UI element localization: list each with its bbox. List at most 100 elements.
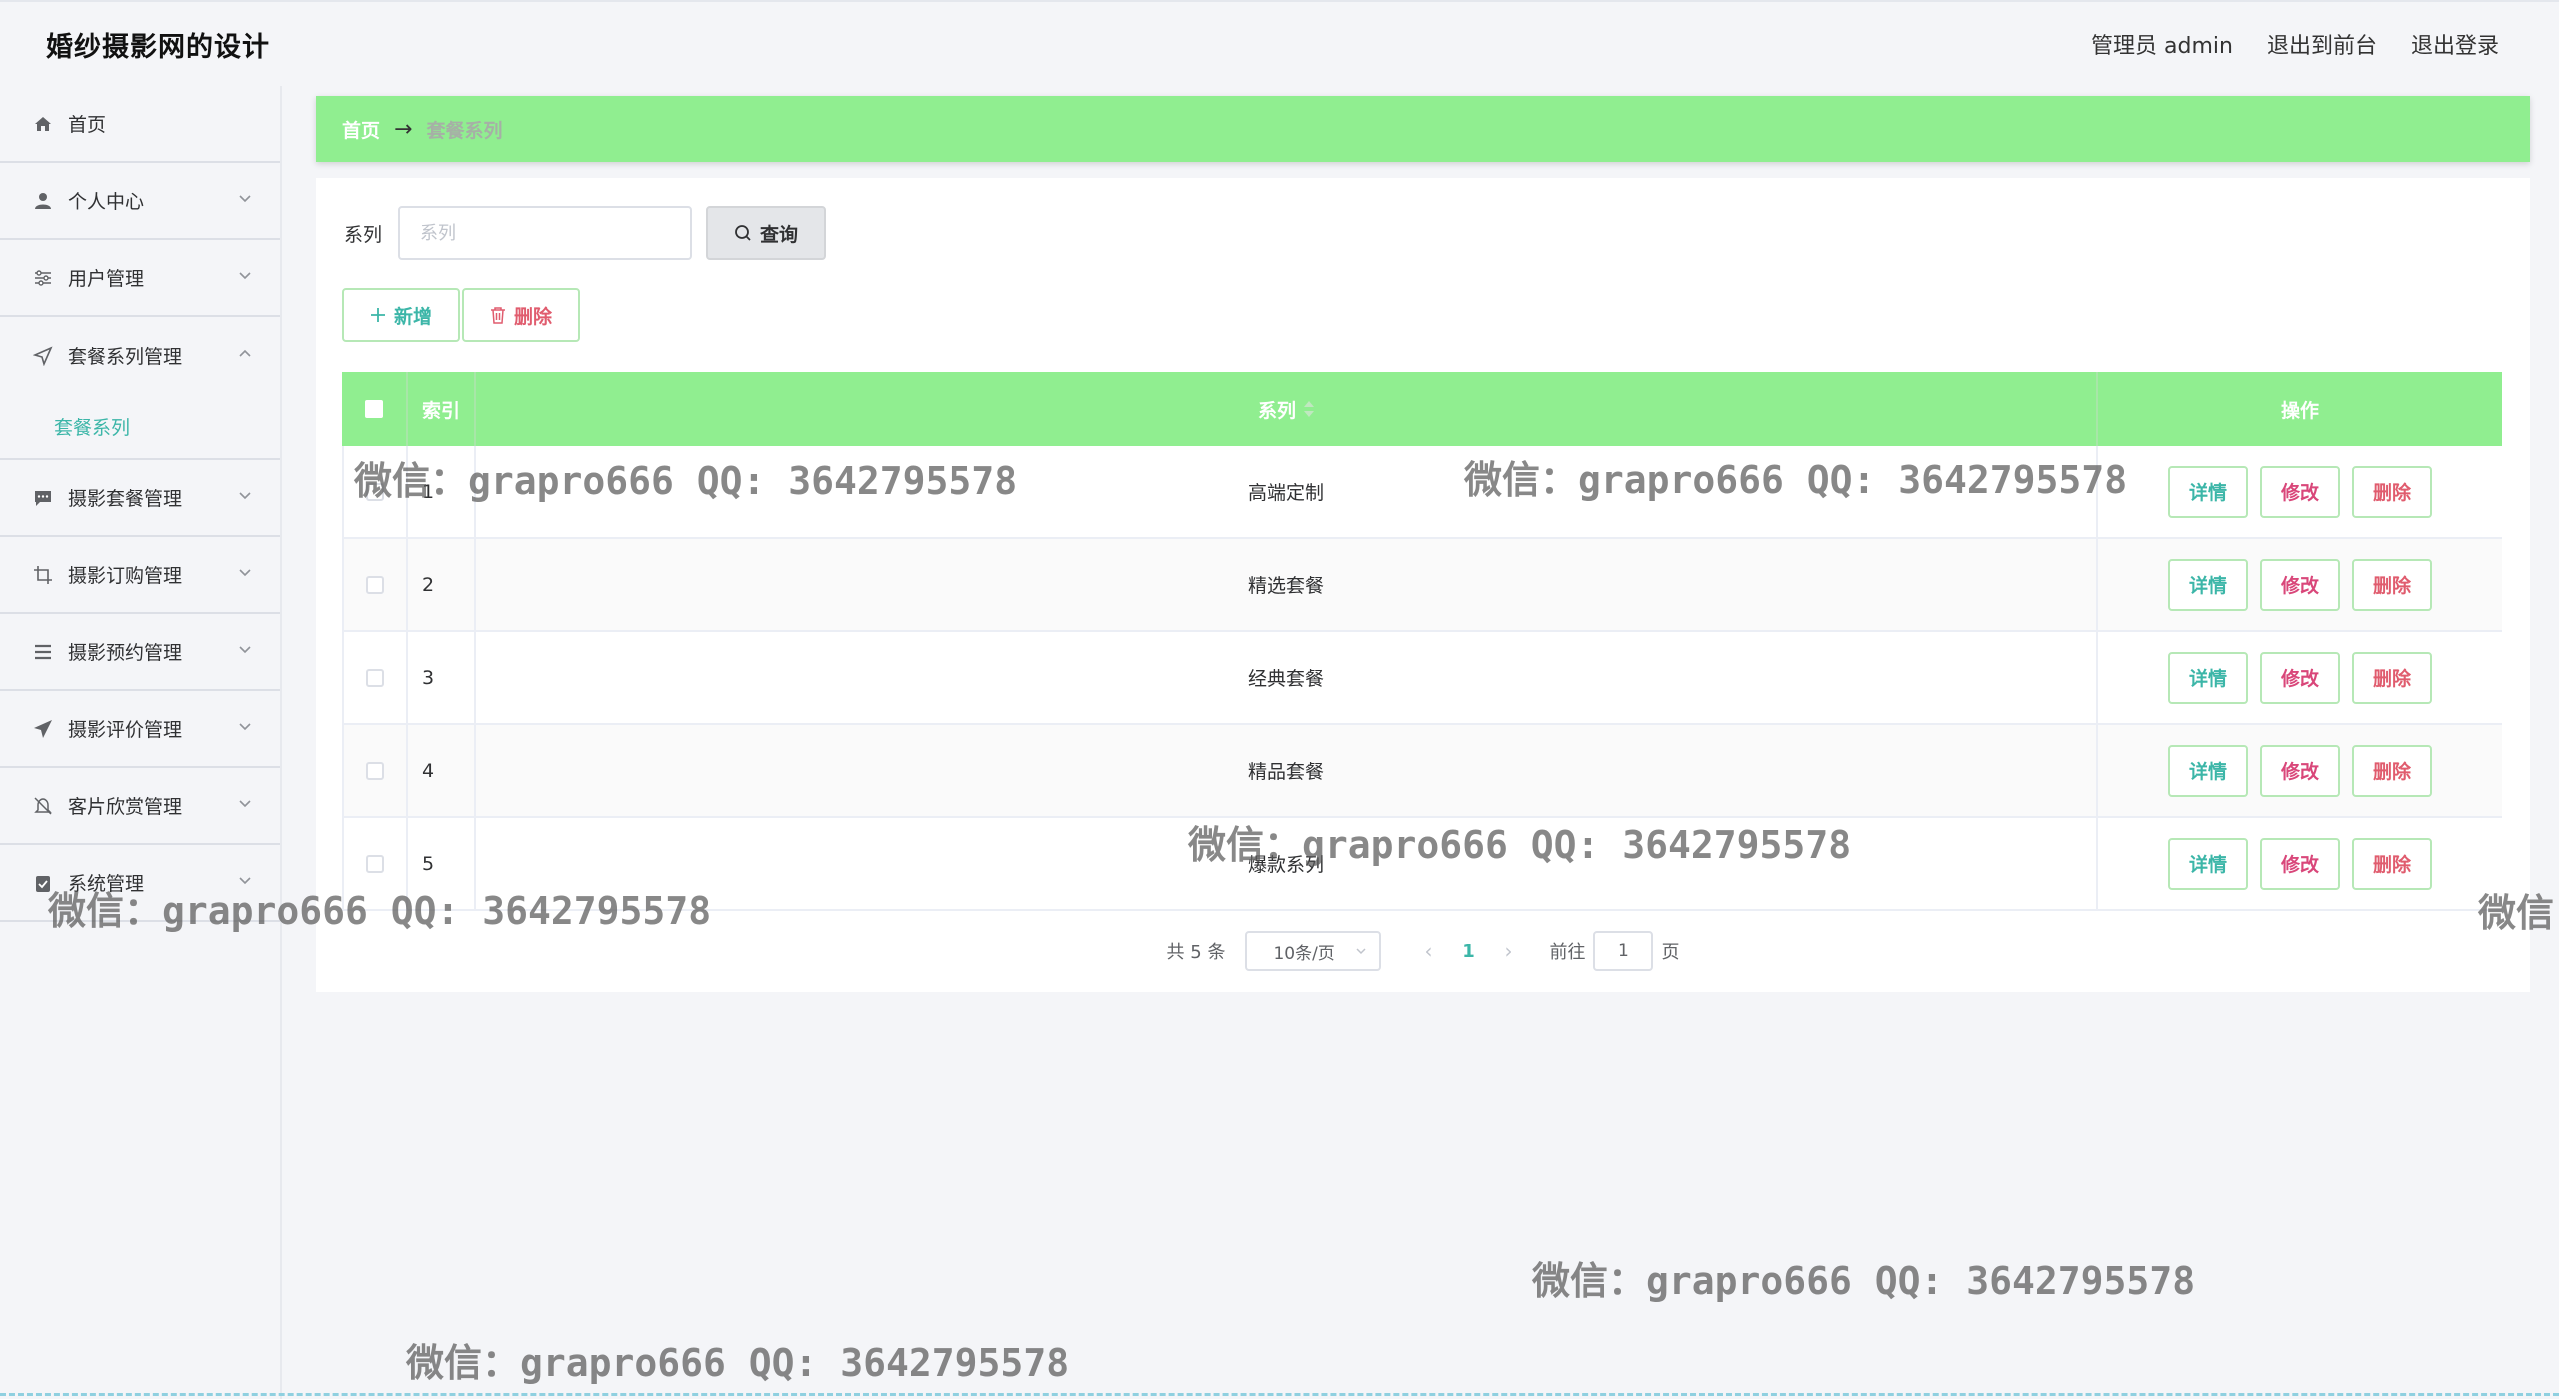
sidebar-item-label: 摄影评价管理 <box>68 719 183 741</box>
home-icon <box>32 113 54 135</box>
admin-label: 管理员 admin <box>2091 34 2233 59</box>
delete-button[interactable]: 删除 <box>2352 837 2432 890</box>
row-actions: 详情 修改 删除 <box>2098 818 2502 909</box>
main-panel: 系列 查询 新增 删除 索引 系列 操作 1 <box>316 178 2530 992</box>
clipboard-check-icon <box>32 872 54 894</box>
select-all-checkbox[interactable] <box>342 372 408 446</box>
add-button[interactable]: 新增 <box>342 288 461 342</box>
watermark: 微信：grapro666 QQ: 3642795578 <box>1532 1259 2196 1303</box>
sidebar-item-appointments[interactable]: 摄影预约管理 <box>0 614 280 691</box>
top-bar: 婚纱摄影网的设计 管理员 admin 退出到前台 退出登录 <box>0 0 2559 86</box>
breadcrumb-home[interactable]: 首页 <box>342 116 380 143</box>
chevron-down-icon <box>1356 948 1366 955</box>
sidebar-item-users[interactable]: 用户管理 <box>0 240 280 317</box>
goto-page-input[interactable] <box>1593 931 1654 971</box>
app-title: 婚纱摄影网的设计 <box>46 31 270 63</box>
search-row: 系列 查询 <box>344 206 827 260</box>
goto-page: 前往 页 <box>1549 931 1679 971</box>
user-icon <box>32 190 54 212</box>
breadcrumb: 首页 → 套餐系列 <box>316 96 2530 162</box>
detail-button[interactable]: 详情 <box>2168 837 2248 890</box>
search-label: 系列 <box>344 223 383 246</box>
detail-button[interactable]: 详情 <box>2168 558 2248 611</box>
header-index: 索引 <box>408 372 476 446</box>
pagination: 共 5 条 10条/页 ‹ 1 › 前往 页 <box>316 926 2530 976</box>
sidebar-item-system[interactable]: 系统管理 <box>0 845 280 922</box>
edit-button[interactable]: 修改 <box>2260 651 2340 704</box>
edit-button[interactable]: 修改 <box>2260 744 2340 797</box>
submenu-item-package-series[interactable]: 套餐系列 <box>0 394 280 460</box>
row-index: 5 <box>408 818 476 909</box>
send-icon <box>32 718 54 740</box>
breadcrumb-current: 套餐系列 <box>426 119 503 142</box>
bottom-divider <box>0 1393 2559 1396</box>
list-icon <box>32 641 54 663</box>
chevron-down-icon <box>239 195 251 203</box>
delete-button[interactable]: 删除 <box>2352 558 2432 611</box>
header-series-label: 系列 <box>1257 399 1296 422</box>
chevron-down-icon <box>239 877 251 885</box>
row-checkbox[interactable] <box>342 539 408 630</box>
sidebar-item-personal[interactable]: 个人中心 <box>0 163 280 240</box>
crop-icon <box>32 564 54 586</box>
arrow-right-icon: → <box>394 116 413 142</box>
row-checkbox[interactable] <box>342 725 408 816</box>
sidebar-item-reviews[interactable]: 摄影评价管理 <box>0 691 280 768</box>
sidebar-item-orders[interactable]: 摄影订购管理 <box>0 537 280 614</box>
edit-button[interactable]: 修改 <box>2260 558 2340 611</box>
delete-button[interactable]: 删除 <box>2352 651 2432 704</box>
bell-off-icon <box>32 795 54 817</box>
sidebar-item-label: 客片欣赏管理 <box>68 796 183 818</box>
sidebar-item-package-series[interactable]: 套餐系列管理 <box>0 317 280 394</box>
sort-icon[interactable] <box>1304 401 1314 417</box>
table-header: 索引 系列 操作 <box>342 372 2502 446</box>
row-checkbox[interactable] <box>342 446 408 537</box>
goto-label: 前往 <box>1549 942 1586 963</box>
header-series[interactable]: 系列 <box>476 372 2098 446</box>
sidebar-item-label: 个人中心 <box>68 191 145 213</box>
search-input[interactable] <box>398 206 693 260</box>
edit-button[interactable]: 修改 <box>2260 837 2340 890</box>
row-actions: 详情 修改 删除 <box>2098 725 2502 816</box>
series-table: 索引 系列 操作 1 高端定制 详情 修改 删除 2 精选套餐 详情 修改 删除… <box>342 372 2502 911</box>
page-number[interactable]: 1 <box>1443 941 1493 962</box>
row-checkbox[interactable] <box>342 632 408 723</box>
chat-icon <box>32 487 54 509</box>
page-suffix: 页 <box>1661 942 1680 963</box>
detail-button[interactable]: 详情 <box>2168 744 2248 797</box>
delete-button[interactable]: 删除 <box>2352 744 2432 797</box>
logout-link[interactable]: 退出登录 <box>2411 28 2499 60</box>
row-series: 精品套餐 <box>476 725 2098 816</box>
row-series: 爆款系列 <box>476 818 2098 909</box>
next-page-button[interactable]: › <box>1493 939 1523 963</box>
page-size-select[interactable]: 10条/页 <box>1245 931 1382 971</box>
row-actions: 详情 修改 删除 <box>2098 632 2502 723</box>
row-actions: 详情 修改 删除 <box>2098 539 2502 630</box>
sidebar-item-gallery[interactable]: 客片欣赏管理 <box>0 768 280 845</box>
sidebar-item-label: 系统管理 <box>68 873 145 895</box>
row-index: 4 <box>408 725 476 816</box>
delete-button[interactable]: 删除 <box>2352 465 2432 518</box>
prev-page-button[interactable]: ‹ <box>1413 939 1443 963</box>
table-body: 1 高端定制 详情 修改 删除 2 精选套餐 详情 修改 删除 3 经典套餐 详… <box>342 446 2502 911</box>
table-row: 2 精选套餐 详情 修改 删除 <box>342 539 2502 632</box>
search-button[interactable]: 查询 <box>706 206 827 260</box>
row-actions: 详情 修改 删除 <box>2098 446 2502 537</box>
sidebar-item-home[interactable]: 首页 <box>0 86 280 163</box>
chevron-down-icon <box>239 646 251 654</box>
sidebar-item-label: 摄影订购管理 <box>68 565 183 587</box>
search-icon <box>735 225 751 241</box>
edit-button[interactable]: 修改 <box>2260 465 2340 518</box>
table-row: 3 经典套餐 详情 修改 删除 <box>342 632 2502 725</box>
row-index: 2 <box>408 539 476 630</box>
chevron-down-icon <box>239 569 251 577</box>
detail-button[interactable]: 详情 <box>2168 651 2248 704</box>
chevron-down-icon <box>239 272 251 280</box>
top-right-links: 管理员 admin 退出到前台 退出登录 <box>2091 28 2499 60</box>
detail-button[interactable]: 详情 <box>2168 465 2248 518</box>
batch-delete-button[interactable]: 删除 <box>462 288 581 342</box>
to-frontend-link[interactable]: 退出到前台 <box>2267 28 2377 60</box>
row-checkbox[interactable] <box>342 818 408 909</box>
sidebar-item-photo-packages[interactable]: 摄影套餐管理 <box>0 460 280 537</box>
header-ops: 操作 <box>2280 399 2319 422</box>
